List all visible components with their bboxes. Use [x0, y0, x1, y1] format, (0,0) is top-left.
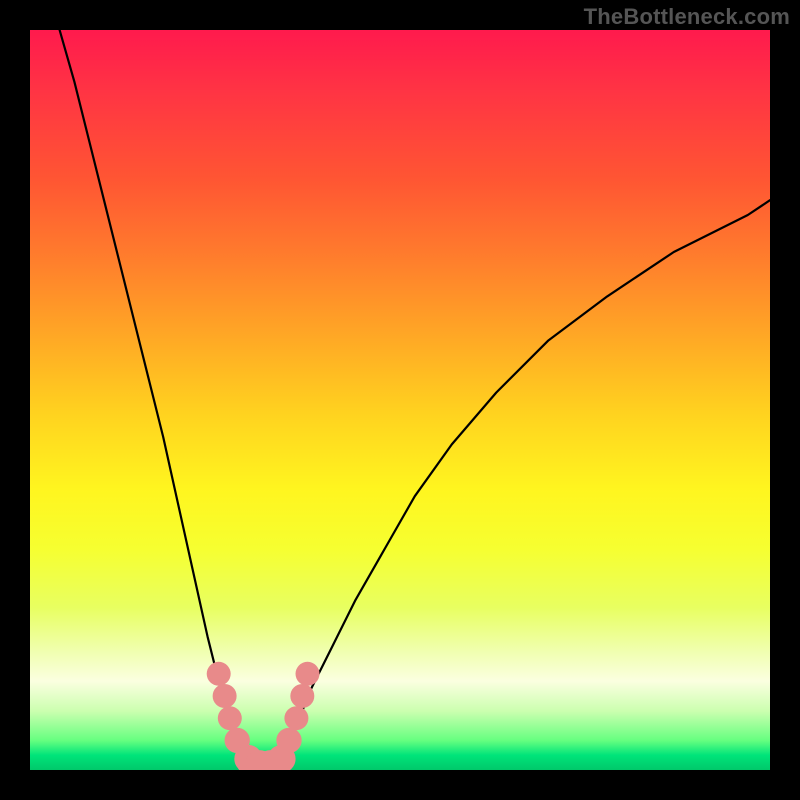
curve-marker	[296, 662, 320, 686]
curve-marker	[218, 706, 242, 730]
watermark-text: TheBottleneck.com	[584, 4, 790, 30]
curve-marker	[207, 662, 231, 686]
series-right-arm	[282, 200, 770, 770]
curves-group	[60, 30, 770, 770]
curve-marker	[213, 684, 237, 708]
series-left-arm	[60, 30, 245, 770]
curve-marker	[276, 728, 301, 753]
plot-area	[30, 30, 770, 770]
chart-stage: TheBottleneck.com	[0, 0, 800, 800]
markers-group	[207, 662, 320, 770]
curve-marker	[284, 706, 308, 730]
curve-marker	[290, 684, 314, 708]
plot-svg	[30, 30, 770, 770]
